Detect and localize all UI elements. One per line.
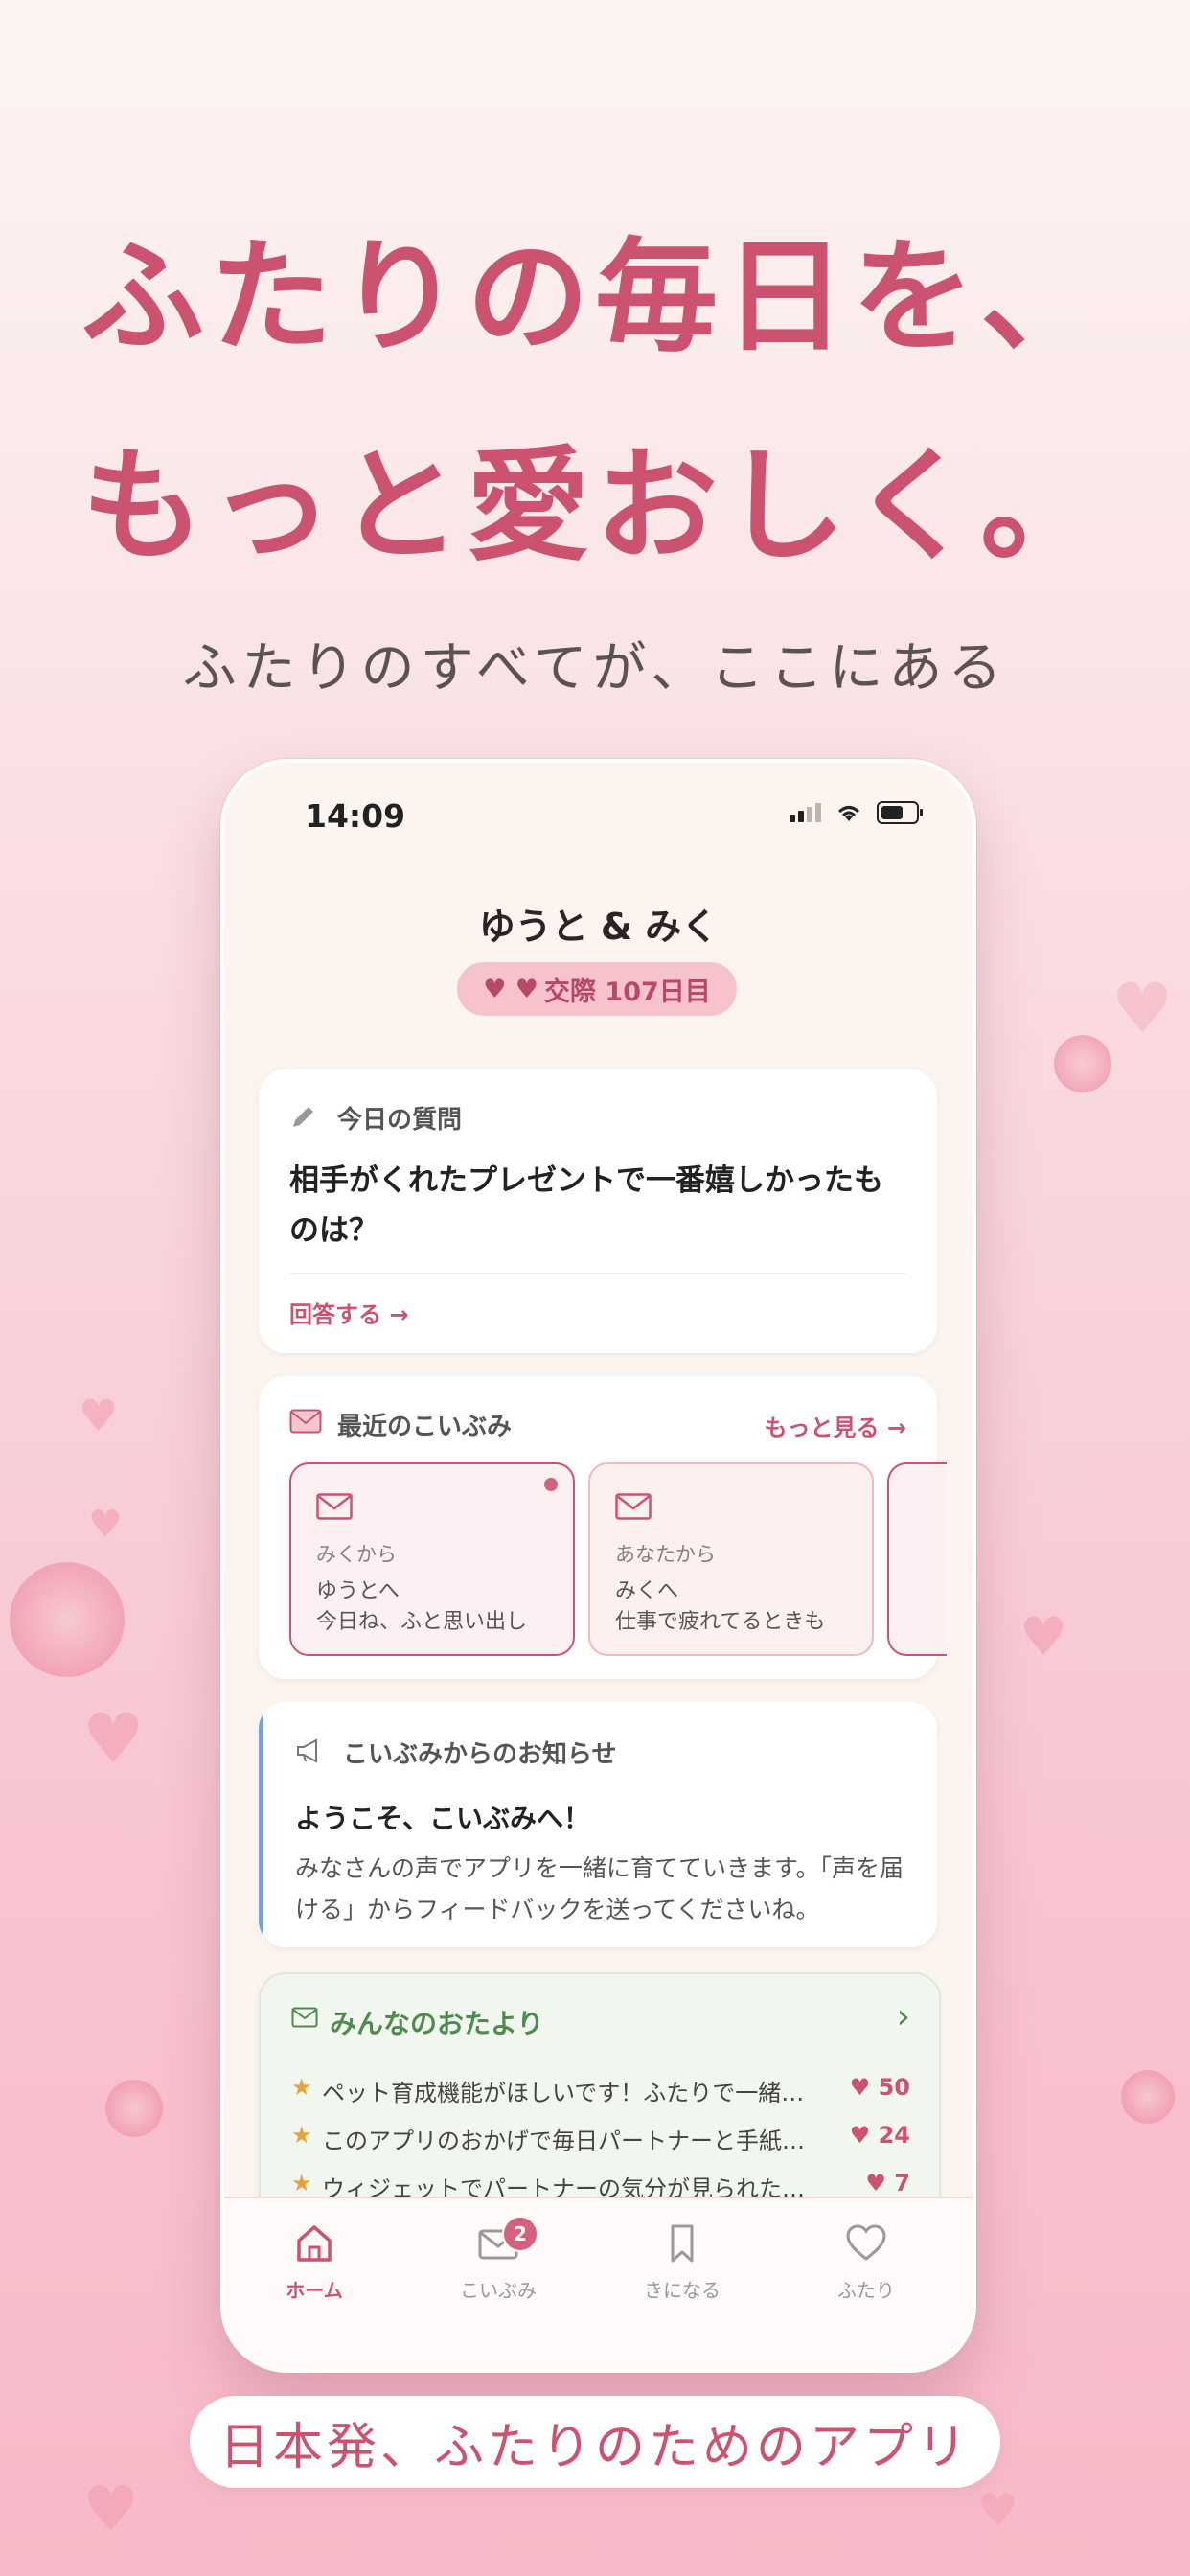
letter-sender: みくから [316, 1543, 397, 1566]
unread-badge: 2 [502, 2216, 538, 2252]
bookmark-icon [671, 2224, 694, 2263]
mail-icon [289, 1409, 322, 1434]
star-icon: ★ [291, 2170, 312, 2196]
like-count: ♥ 7 [865, 2170, 910, 2196]
letter-preview: 仕事で疲れてるときも [615, 1610, 826, 1634]
flower-decoration [1054, 1035, 1111, 1092]
letter-sender: あなたから [615, 1543, 716, 1566]
phone-mockup: 14:09 ゆうと & みく ♥ ♥ 交際 107日目 今日の質問 相手がくれた… [220, 759, 976, 2373]
answer-link[interactable]: 回答する → [289, 1296, 408, 1329]
heart-decoration: ♥ [79, 1390, 119, 1441]
mail-icon [291, 2007, 318, 2028]
question-text: 相手がくれたプレゼントで一番嬉しかったものは？ [289, 1163, 883, 1248]
notice-label: こいぶみからのお知らせ [343, 1740, 617, 1769]
mail-icon [316, 1493, 353, 1520]
like-count: ♥ 24 [849, 2122, 910, 2149]
community-item-text: ペット育成機能がほしいです！ふたりで一緒に… [322, 2080, 820, 2106]
divider [289, 1273, 906, 1274]
flower-decoration [105, 2080, 163, 2137]
tab-kininaru[interactable]: きになる [625, 2221, 740, 2303]
tab-futari[interactable]: ふたり [809, 2221, 924, 2303]
wifi-icon [837, 806, 860, 821]
notice-accent-bar [259, 1702, 263, 1947]
days-together-badge: ♥ ♥ 交際 107日目 [457, 962, 737, 1016]
heart-decoration: ♥ [977, 2484, 1019, 2538]
home-icon [297, 2225, 332, 2262]
pencil-icon [293, 1107, 313, 1127]
tab-home[interactable]: ホーム [257, 2221, 372, 2303]
signal-icon [790, 803, 821, 822]
community-item[interactable]: ★ ペット育成機能がほしいです！ふたりで一緒に… ♥ 50 [291, 2074, 910, 2112]
community-title: みんなのおたより [330, 2008, 544, 2039]
letter-card[interactable]: みくから ゆうとへ 今日ね、ふと思い出し [289, 1462, 575, 1656]
heart-decoration: ♥ [82, 1698, 145, 1779]
unread-dot [544, 1478, 558, 1491]
tagline-pill: 日本発、ふたりのためのアプリ [190, 2396, 1000, 2488]
tab-home-label: ホーム [286, 2279, 343, 2302]
heart-decoration: ♥ [88, 1503, 123, 1547]
hero-subtitle: ふたりのすべてが、ここにある [182, 637, 1008, 700]
status-time: 14:09 [305, 797, 406, 835]
like-count: ♥ 50 [849, 2074, 910, 2101]
letter-card[interactable]: あなたから みくへ 仕事で疲れてるときも [588, 1462, 874, 1656]
star-icon: ★ [291, 2074, 312, 2101]
flower-decoration [1121, 2070, 1175, 2124]
heart-decoration: ♥ [1019, 1606, 1068, 1668]
megaphone-icon [297, 1738, 317, 1763]
heart-icon: ♥ ♥ [483, 974, 539, 1004]
mail-icon [615, 1493, 652, 1520]
notice-body: みなさんの声でアプリを一緒に育てていきます。「声を届ける」からフィードバックを送… [295, 1854, 904, 1923]
status-icons [790, 801, 923, 824]
notice-title: ようこそ、こいぶみへ！ [295, 1803, 591, 1834]
hero-headline-line1: ふたりの毎日を、 [80, 226, 1109, 369]
tab-futari-label: ふたり [837, 2279, 895, 2302]
chevron-right-icon[interactable]: › [897, 1997, 910, 2036]
recent-koibumi-title: 最近のこいぶみ [337, 1413, 513, 1441]
community-item-text: このアプリのおかげで毎日パートナーと手紙を… [322, 2128, 820, 2154]
tab-koibumi[interactable]: 2 こいぶみ [441, 2216, 556, 2303]
letter-recipient: ゆうとへ [316, 1579, 400, 1603]
heart-icon [846, 2224, 886, 2261]
couple-names: ゆうと & みく [478, 906, 719, 948]
letter-card-partial[interactable] [887, 1462, 947, 1656]
battery-icon [877, 801, 923, 824]
recent-koibumi-card: 最近のこいぶみ もっと見る → みくから ゆうとへ 今日ね、ふと思い出し あなた… [259, 1376, 947, 1679]
tab-kininaru-label: きになる [644, 2279, 721, 2302]
tab-koibumi-label: こいぶみ [460, 2279, 537, 2302]
letter-preview: 今日ね、ふと思い出し [316, 1610, 528, 1634]
notice-card[interactable]: こいぶみからのお知らせ ようこそ、こいぶみへ！ みなさんの声でアプリを一緒に育て… [259, 1702, 937, 1947]
question-label: 今日の質問 [337, 1106, 463, 1135]
hero-headline-line2: もっと愛おしく。 [80, 435, 1109, 578]
days-together-label: 交際 107日目 [544, 977, 711, 1007]
question-card[interactable]: 今日の質問 相手がくれたプレゼントで一番嬉しかったものは？ 回答する → [259, 1070, 937, 1353]
flower-decoration [10, 1562, 125, 1677]
tab-bar: ホーム 2 こいぶみ きになる ふたり [224, 2196, 973, 2369]
community-item[interactable]: ★ このアプリのおかげで毎日パートナーと手紙を… ♥ 24 [291, 2122, 910, 2160]
see-more-link[interactable]: もっと見る → [765, 1409, 906, 1442]
letter-recipient: みくへ [615, 1579, 679, 1603]
star-icon: ★ [291, 2122, 312, 2149]
heart-decoration: ♥ [1111, 968, 1174, 1048]
heart-decoration: ♥ [82, 2472, 140, 2546]
